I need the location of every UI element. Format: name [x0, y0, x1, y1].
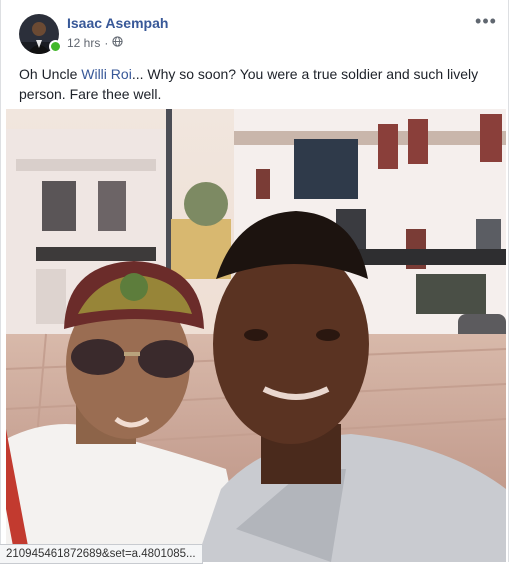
mention-link[interactable]: Willi Roi: [81, 66, 132, 82]
facebook-post: Isaac Asempah 12 hrs · ••• Oh Uncle Will…: [0, 0, 509, 562]
post-timestamp[interactable]: 12 hrs: [67, 36, 100, 50]
author-name-link[interactable]: Isaac Asempah: [67, 15, 168, 31]
post-meta: 12 hrs ·: [67, 36, 123, 50]
post-options-button[interactable]: •••: [474, 10, 498, 34]
meta-separator: ·: [104, 36, 109, 50]
browser-status-url: 210945461872689&set=a.4801085...: [0, 544, 203, 564]
online-status-dot: [49, 40, 62, 53]
post-photo[interactable]: [6, 109, 506, 562]
post-body-text: Oh Uncle Willi Roi... Why so soon? You w…: [19, 64, 494, 104]
post-text-prefix: Oh Uncle: [19, 66, 82, 82]
globe-icon[interactable]: [112, 36, 123, 50]
